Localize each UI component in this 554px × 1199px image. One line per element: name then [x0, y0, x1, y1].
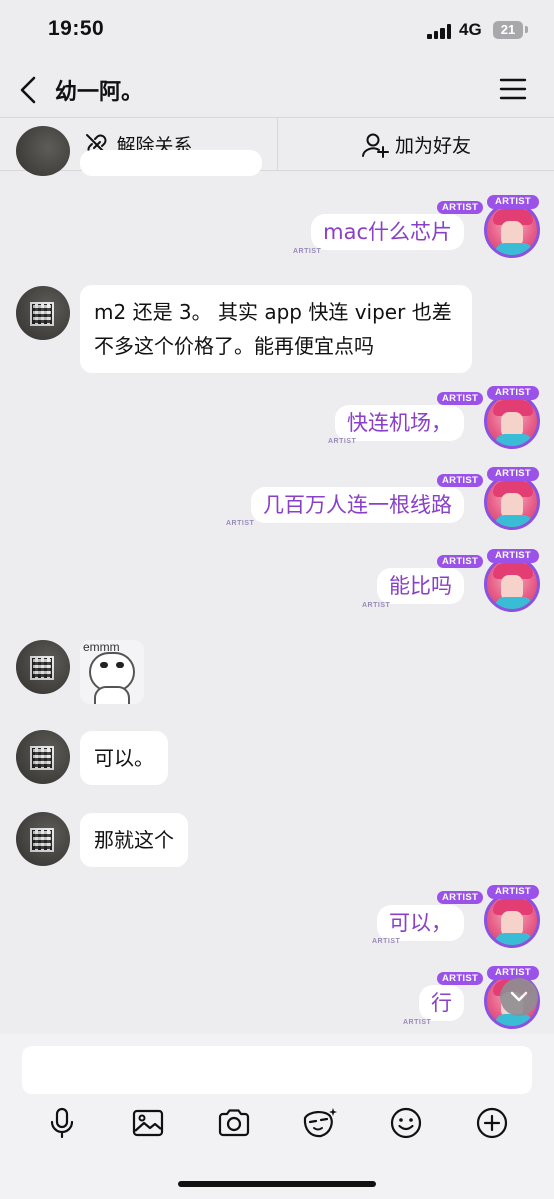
camera-button[interactable]	[217, 1106, 251, 1140]
emoji-icon	[390, 1107, 422, 1139]
camera-icon	[218, 1109, 250, 1137]
avatar-badge: ARTIST	[487, 195, 539, 209]
status-time: 19:50	[48, 17, 105, 40]
add-friend-button[interactable]: 加为好友	[278, 118, 554, 171]
plus-icon	[476, 1107, 508, 1139]
chevron-left-icon	[20, 76, 36, 104]
artist-badge: ARTIST	[437, 474, 484, 487]
message-bubble-out[interactable]: 快连机场，	[335, 405, 464, 441]
composer	[0, 1034, 554, 1199]
message-bubble-out[interactable]: 可以，	[377, 905, 464, 941]
signal-icon	[427, 23, 453, 39]
partial-message-bubble	[80, 150, 262, 176]
battery-icon: 21	[493, 21, 523, 39]
network-type: 4G	[459, 20, 482, 39]
add-user-icon	[361, 133, 389, 158]
nav-bar: 幼一阿。	[0, 62, 554, 117]
chevron-down-icon	[510, 991, 528, 1002]
chat-title: 幼一阿。	[55, 80, 144, 105]
avatar-me[interactable]: ARTIST	[484, 195, 540, 258]
emoji-button[interactable]	[389, 1106, 423, 1140]
sticker-caption: emmm	[83, 640, 120, 654]
scroll-to-bottom-button[interactable]	[500, 978, 538, 1016]
menu-button[interactable]	[496, 76, 530, 102]
back-button[interactable]	[14, 74, 44, 106]
avatar-other[interactable]	[16, 812, 70, 866]
avatar-other[interactable]	[16, 286, 70, 340]
artist-watermark: ARTIST	[293, 248, 322, 255]
avatar-other-partial[interactable]	[16, 126, 70, 176]
artist-watermark: ARTIST	[362, 602, 391, 609]
avatar-other[interactable]	[16, 730, 70, 784]
message-bubble-out[interactable]: mac什么芯片	[311, 214, 464, 250]
artist-badge: ARTIST	[437, 891, 484, 904]
message-bubble-out[interactable]: 能比吗	[377, 568, 464, 604]
voice-button[interactable]	[45, 1106, 79, 1140]
avatar-badge: ARTIST	[487, 549, 539, 563]
artist-badge: ARTIST	[437, 392, 484, 405]
artist-badge: ARTIST	[437, 972, 484, 985]
avatar-me[interactable]: ARTIST	[484, 386, 540, 449]
avatar-other[interactable]	[16, 640, 70, 694]
artist-badge: ARTIST	[437, 555, 484, 568]
avatar-me[interactable]: ARTIST	[484, 885, 540, 948]
message-bubble-in[interactable]: m2 还是 3。 其实 app 快连 viper 也差不多这个价格了。能再便宜点…	[80, 285, 472, 373]
artist-watermark: ARTIST	[403, 1019, 432, 1026]
artist-watermark: ARTIST	[372, 938, 401, 945]
message-bubble-out[interactable]: 几百万人连一根线路	[251, 487, 464, 523]
avatar-badge: ARTIST	[487, 885, 539, 899]
artist-watermark: ARTIST	[226, 520, 255, 527]
message-bubble-in[interactable]: 可以。	[80, 731, 168, 785]
avatar-me[interactable]: ARTIST	[484, 549, 540, 612]
microphone-icon	[50, 1107, 74, 1139]
avatar-badge: ARTIST	[487, 467, 539, 481]
image-button[interactable]	[131, 1106, 165, 1140]
message-bubble-out[interactable]: 行	[419, 985, 464, 1021]
ai-face-icon	[303, 1108, 337, 1138]
artist-watermark: ARTIST	[328, 438, 357, 445]
avatar-badge: ARTIST	[487, 386, 539, 400]
add-friend-label: 加为好友	[394, 135, 471, 157]
message-input[interactable]	[22, 1046, 532, 1094]
artist-badge: ARTIST	[437, 201, 484, 214]
image-icon	[132, 1109, 164, 1137]
sticker-message[interactable]: emmm	[80, 640, 144, 704]
status-bar: 19:50 4G 21	[0, 0, 554, 62]
hamburger-icon	[499, 78, 527, 100]
battery-tip	[525, 26, 528, 33]
ai-face-button[interactable]	[301, 1106, 339, 1140]
more-button[interactable]	[475, 1106, 509, 1140]
home-indicator	[178, 1181, 376, 1187]
message-bubble-in[interactable]: 那就这个	[80, 813, 188, 867]
avatar-me[interactable]: ARTIST	[484, 467, 540, 530]
